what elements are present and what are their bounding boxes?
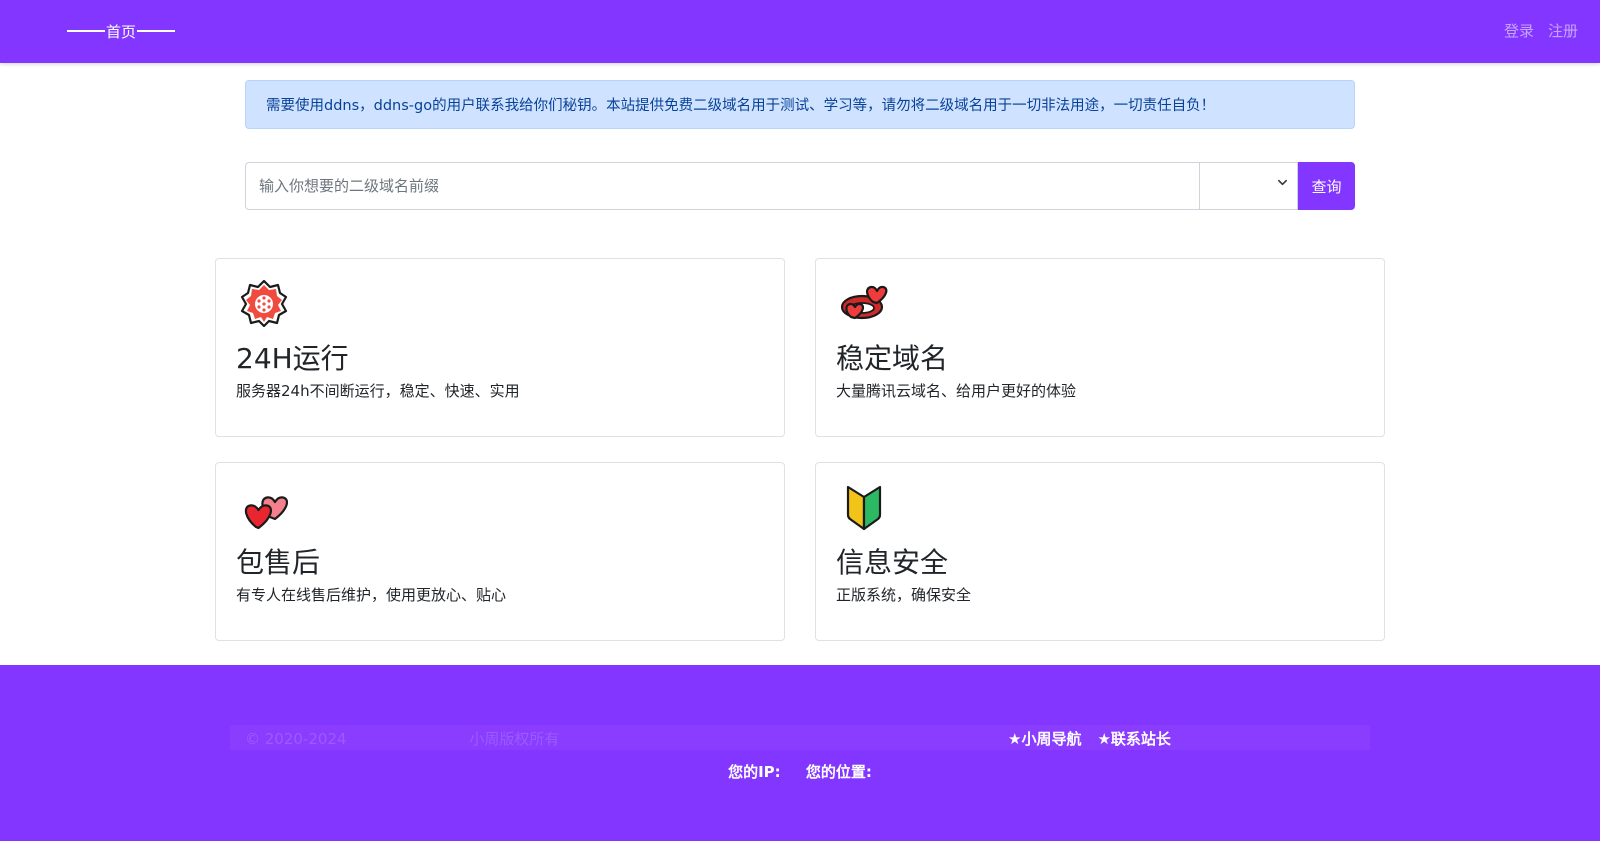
feature-card-stable-domain: 稳定域名 大量腾讯云域名、给用户更好的体验 [815, 258, 1385, 437]
register-link[interactable]: 注册 [1548, 20, 1578, 41]
feature-description: 服务器24h不间断运行，稳定、快速、实用 [236, 382, 520, 400]
heart-ring-icon [840, 279, 888, 327]
footer-link-navigation[interactable]: ★小周导航 [1008, 728, 1081, 749]
feature-description: 有专人在线售后维护，使用更放心、贴心 [236, 586, 507, 604]
cherry-blossom-badge-icon [240, 279, 288, 328]
ip-label: 您的IP: [728, 763, 781, 781]
feature-title: 稳定域名 [836, 342, 949, 375]
footer-copyright-bar: © 2020-2024 小周版权所有 ★小周导航 ★联系站长 [230, 725, 1370, 750]
home-link[interactable]: 首页 [67, 19, 176, 43]
feature-card-info-security: 信息安全 正版系统，确保安全 [815, 462, 1385, 641]
top-navbar: 首页 登录 注册 [0, 0, 1600, 63]
domain-suffix-select[interactable] [1199, 162, 1298, 210]
visitor-info-line: 您的IP: 您的位置: [0, 761, 1600, 782]
feature-card-after-sales: 包售后 有专人在线售后维护，使用更放心、贴心 [215, 462, 785, 641]
two-hearts-icon [240, 483, 289, 531]
beginner-shield-icon [840, 483, 888, 531]
location-label: 您的位置: [805, 763, 872, 781]
login-link[interactable]: 登录 [1504, 20, 1534, 41]
feature-card-24h: 24H运行 服务器24h不间断运行，稳定、快速、实用 [215, 258, 785, 437]
feature-title: 24H运行 [236, 342, 349, 375]
home-link-label: 首页 [106, 22, 137, 41]
copyright-years: © 2020-2024 [245, 730, 347, 748]
site-footer: © 2020-2024 小周版权所有 ★小周导航 ★联系站长 您的IP: 您的位… [0, 665, 1600, 841]
query-button[interactable]: 查询 [1298, 162, 1355, 210]
brand-right-line [137, 30, 176, 32]
subdomain-prefix-input[interactable] [245, 162, 1199, 210]
feature-title: 信息安全 [836, 546, 949, 579]
footer-link-contact-admin[interactable]: ★联系站长 [1097, 728, 1170, 749]
footer-links: ★小周导航 ★联系站长 [1008, 728, 1171, 749]
copyright-text: © 2020-2024 小周版权所有 [245, 728, 559, 749]
domain-search-group: 查询 [245, 162, 1355, 210]
notice-alert: 需要使用ddns，ddns-go的用户联系我给你们秘钥。本站提供免费二级域名用于… [245, 80, 1355, 129]
feature-description: 大量腾讯云域名、给用户更好的体验 [836, 382, 1077, 400]
feature-title: 包售后 [236, 546, 321, 579]
chevron-down-icon [1277, 177, 1288, 192]
notice-text: 需要使用ddns，ddns-go的用户联系我给你们秘钥。本站提供免费二级域名用于… [266, 98, 1216, 114]
feature-description: 正版系统，确保安全 [836, 586, 972, 604]
copyright-owner: 小周版权所有 [469, 730, 560, 748]
brand-left-line [67, 30, 105, 32]
auth-links: 登录 注册 [1504, 20, 1578, 41]
